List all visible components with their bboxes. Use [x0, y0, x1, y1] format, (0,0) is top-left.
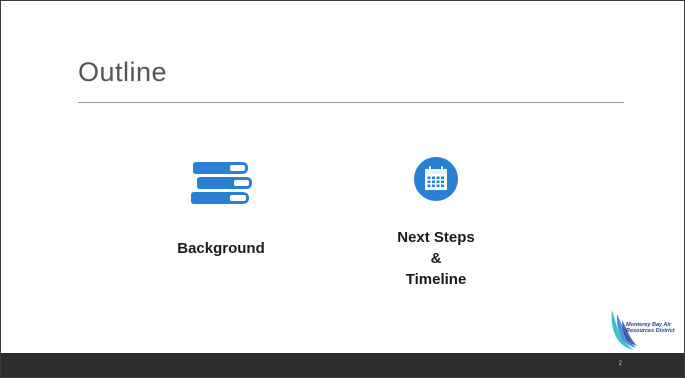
label-line-1: Next Steps: [397, 229, 475, 246]
calendar-icon: [413, 156, 459, 202]
label-line-2: &: [430, 250, 442, 267]
title-divider: [78, 102, 624, 103]
label-line-3: Timeline: [405, 271, 467, 288]
outline-item-background[interactable]: Background: [161, 156, 281, 259]
logo-text: Monterey Bay Air Resources District: [626, 322, 684, 334]
slide-title: Outline: [78, 57, 168, 87]
outline-item-label: Next Steps & Timeline: [371, 227, 501, 290]
outline-item-label: Background: [177, 240, 265, 257]
district-logo: Monterey Bay Air Resources District: [608, 306, 682, 353]
page-number: 2: [618, 361, 622, 367]
footer-bar: 2: [1, 353, 684, 377]
logo-text-line-2: Resources District: [626, 328, 675, 334]
outline-item-next-steps[interactable]: Next Steps & Timeline: [371, 156, 501, 290]
slide: Outline Background Next Steps & Timeline…: [0, 0, 685, 378]
books-icon: [186, 156, 256, 208]
